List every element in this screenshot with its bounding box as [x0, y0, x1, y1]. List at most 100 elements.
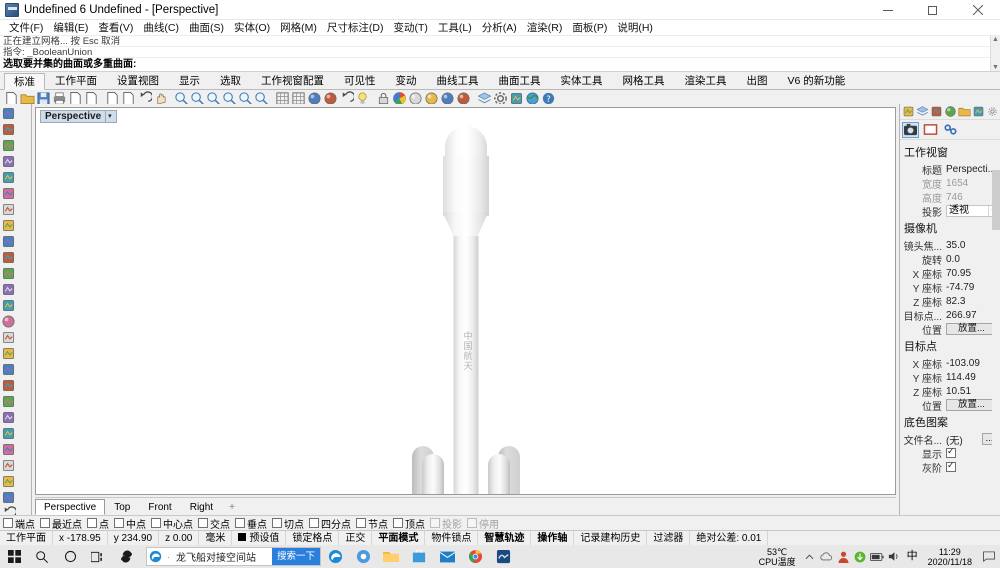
taskbar-app-edge[interactable] — [321, 545, 349, 568]
cpu-temp-widget[interactable]: 53℃ CPU温度 — [754, 547, 801, 567]
osnap-project[interactable]: 投影 — [430, 516, 462, 531]
split-icon[interactable] — [1, 442, 16, 457]
osnap-perp-checkbox[interactable] — [235, 518, 245, 528]
sogou-icon[interactable] — [112, 545, 140, 568]
status-planar[interactable]: 平面模式 — [372, 530, 426, 546]
osnap-knot[interactable]: 节点 — [356, 516, 388, 531]
tab-set-view[interactable]: 设置视图 — [107, 72, 169, 89]
viewport-tab-front[interactable]: Front — [139, 499, 180, 515]
link-icon[interactable] — [942, 122, 959, 138]
tab-solid-tools[interactable]: 实体工具 — [551, 72, 613, 89]
boolean-union-icon[interactable] — [1, 362, 16, 377]
notification-icon[interactable] — [978, 545, 1000, 568]
search-submit-button[interactable]: 搜索一下 — [271, 548, 320, 565]
search-query-text[interactable]: 龙飞船对接空间站 — [173, 549, 272, 564]
rocket-model[interactable]: 中国航天 — [406, 126, 526, 494]
tab-drafting[interactable]: 出图 — [737, 72, 778, 89]
viewport-tab-top[interactable]: Top — [105, 499, 139, 515]
scroll-up-icon[interactable]: ▲ — [992, 36, 999, 43]
named-views-icon[interactable] — [972, 105, 985, 118]
row-camera-place-button[interactable]: 放置... — [946, 323, 997, 335]
sphere-solid-icon[interactable] — [1, 314, 16, 329]
menu-view[interactable]: 查看(V) — [93, 20, 138, 36]
menu-curve[interactable]: 曲线(C) — [138, 20, 184, 36]
surface-sweep-icon[interactable] — [1, 282, 16, 297]
taskbar-clock[interactable]: 11:29 2020/11/18 — [922, 547, 978, 567]
taskbar-app-mail[interactable] — [433, 545, 461, 568]
offset-surface-icon[interactable] — [1, 346, 16, 361]
osnap-point[interactable]: 点 — [87, 516, 109, 531]
tab-standard[interactable]: 标准 — [4, 73, 45, 90]
trim-icon[interactable] — [1, 426, 16, 441]
menu-edit[interactable]: 编辑(E) — [48, 20, 93, 36]
surface-loft-icon[interactable] — [1, 266, 16, 281]
ellipse-icon[interactable] — [1, 186, 16, 201]
task-view-icon[interactable] — [84, 545, 112, 568]
taskbar-search-box[interactable]: · 龙飞船对接空间站 搜索一下 — [146, 547, 321, 566]
volume-icon[interactable] — [886, 545, 903, 568]
tab-curve-tools[interactable]: 曲线工具 — [427, 72, 489, 89]
viewport-tab-perspective[interactable]: Perspective — [35, 499, 106, 515]
maximize-button[interactable] — [910, 0, 955, 20]
tab-transform[interactable]: 变动 — [386, 72, 427, 89]
tab-surface-tools[interactable]: 曲面工具 — [489, 72, 551, 89]
ime-indicator[interactable]: 中 — [903, 545, 922, 568]
cortana-icon[interactable] — [56, 545, 84, 568]
osnap-int[interactable]: 交点 — [198, 516, 230, 531]
battery-icon[interactable] — [869, 545, 886, 568]
menu-help[interactable]: 说明(H) — [612, 20, 658, 36]
row-target-place-button[interactable]: 放置... — [946, 399, 997, 411]
osnap-int-checkbox[interactable] — [198, 518, 208, 528]
taskbar-app-store[interactable] — [405, 545, 433, 568]
blend-icon[interactable] — [1, 458, 16, 473]
extrude-icon[interactable] — [1, 330, 16, 345]
osnap-near[interactable]: 最近点 — [40, 516, 82, 531]
osnap-mid-checkbox[interactable] — [114, 518, 124, 528]
windows-start-icon[interactable] — [0, 545, 28, 568]
box-icon[interactable] — [1, 298, 16, 313]
chamfer-icon[interactable] — [1, 410, 16, 425]
osnap-disable[interactable]: 停用 — [467, 516, 499, 531]
osnap-vertex-checkbox[interactable] — [393, 518, 403, 528]
control-points-icon[interactable] — [1, 154, 16, 169]
status-layer[interactable]: 预设值 — [232, 530, 287, 546]
menu-render[interactable]: 渲染(R) — [522, 20, 568, 36]
taskbar-app-chrome[interactable] — [461, 545, 489, 568]
status-ortho[interactable]: 正交 — [339, 530, 373, 546]
osnap-mid[interactable]: 中点 — [114, 516, 146, 531]
minimize-button[interactable] — [865, 0, 910, 20]
user-icon[interactable] — [835, 545, 852, 568]
viewport-label[interactable]: Perspective ▾ — [40, 110, 117, 123]
menu-surface[interactable]: 曲面(S) — [184, 20, 229, 36]
status-osnap[interactable]: 物件锁点 — [425, 530, 479, 546]
fillet-icon[interactable] — [1, 394, 16, 409]
taskbar-app-file-explorer[interactable] — [377, 545, 405, 568]
osnap-tan-checkbox[interactable] — [272, 518, 282, 528]
status-gumball[interactable]: 操作轴 — [531, 530, 575, 546]
perspective-viewport[interactable]: Perspective ▾ 中国航天 — [35, 107, 896, 495]
status-filter[interactable]: 过滤器 — [647, 530, 691, 546]
menu-analyze[interactable]: 分析(A) — [477, 20, 522, 36]
tab-viewport-layout[interactable]: 工作视窗配置 — [251, 72, 334, 89]
osnap-project-checkbox[interactable] — [430, 518, 440, 528]
menu-tools[interactable]: 工具(L) — [433, 20, 477, 36]
command-area[interactable]: 正在建立网格... 按 Esc 取消 指令: _BooleanUnion 选取要… — [0, 36, 1000, 72]
gear-icon[interactable] — [988, 107, 997, 116]
arc-icon[interactable] — [1, 202, 16, 217]
curve-icon[interactable] — [1, 250, 16, 265]
menu-transform[interactable]: 变动(T) — [389, 20, 433, 36]
chevron-up-icon[interactable] — [801, 545, 818, 568]
shield-green-icon[interactable] — [852, 545, 869, 568]
display-icon[interactable] — [930, 105, 943, 118]
osnap-cen[interactable]: 中心点 — [151, 516, 193, 531]
panel-scrollbar[interactable] — [992, 140, 1000, 515]
row-wallpaper-show-checkbox[interactable] — [946, 446, 956, 458]
viewport-icon[interactable] — [922, 122, 939, 138]
camera-icon[interactable] — [902, 121, 919, 138]
menu-panels[interactable]: 面板(P) — [567, 20, 612, 36]
boolean-diff-icon[interactable] — [1, 378, 16, 393]
render-mesh-icon[interactable] — [944, 105, 957, 118]
osnap-vertex[interactable]: 顶点 — [393, 516, 425, 531]
osnap-quad-checkbox[interactable] — [309, 518, 319, 528]
panel-scroll-thumb[interactable] — [992, 170, 1000, 230]
